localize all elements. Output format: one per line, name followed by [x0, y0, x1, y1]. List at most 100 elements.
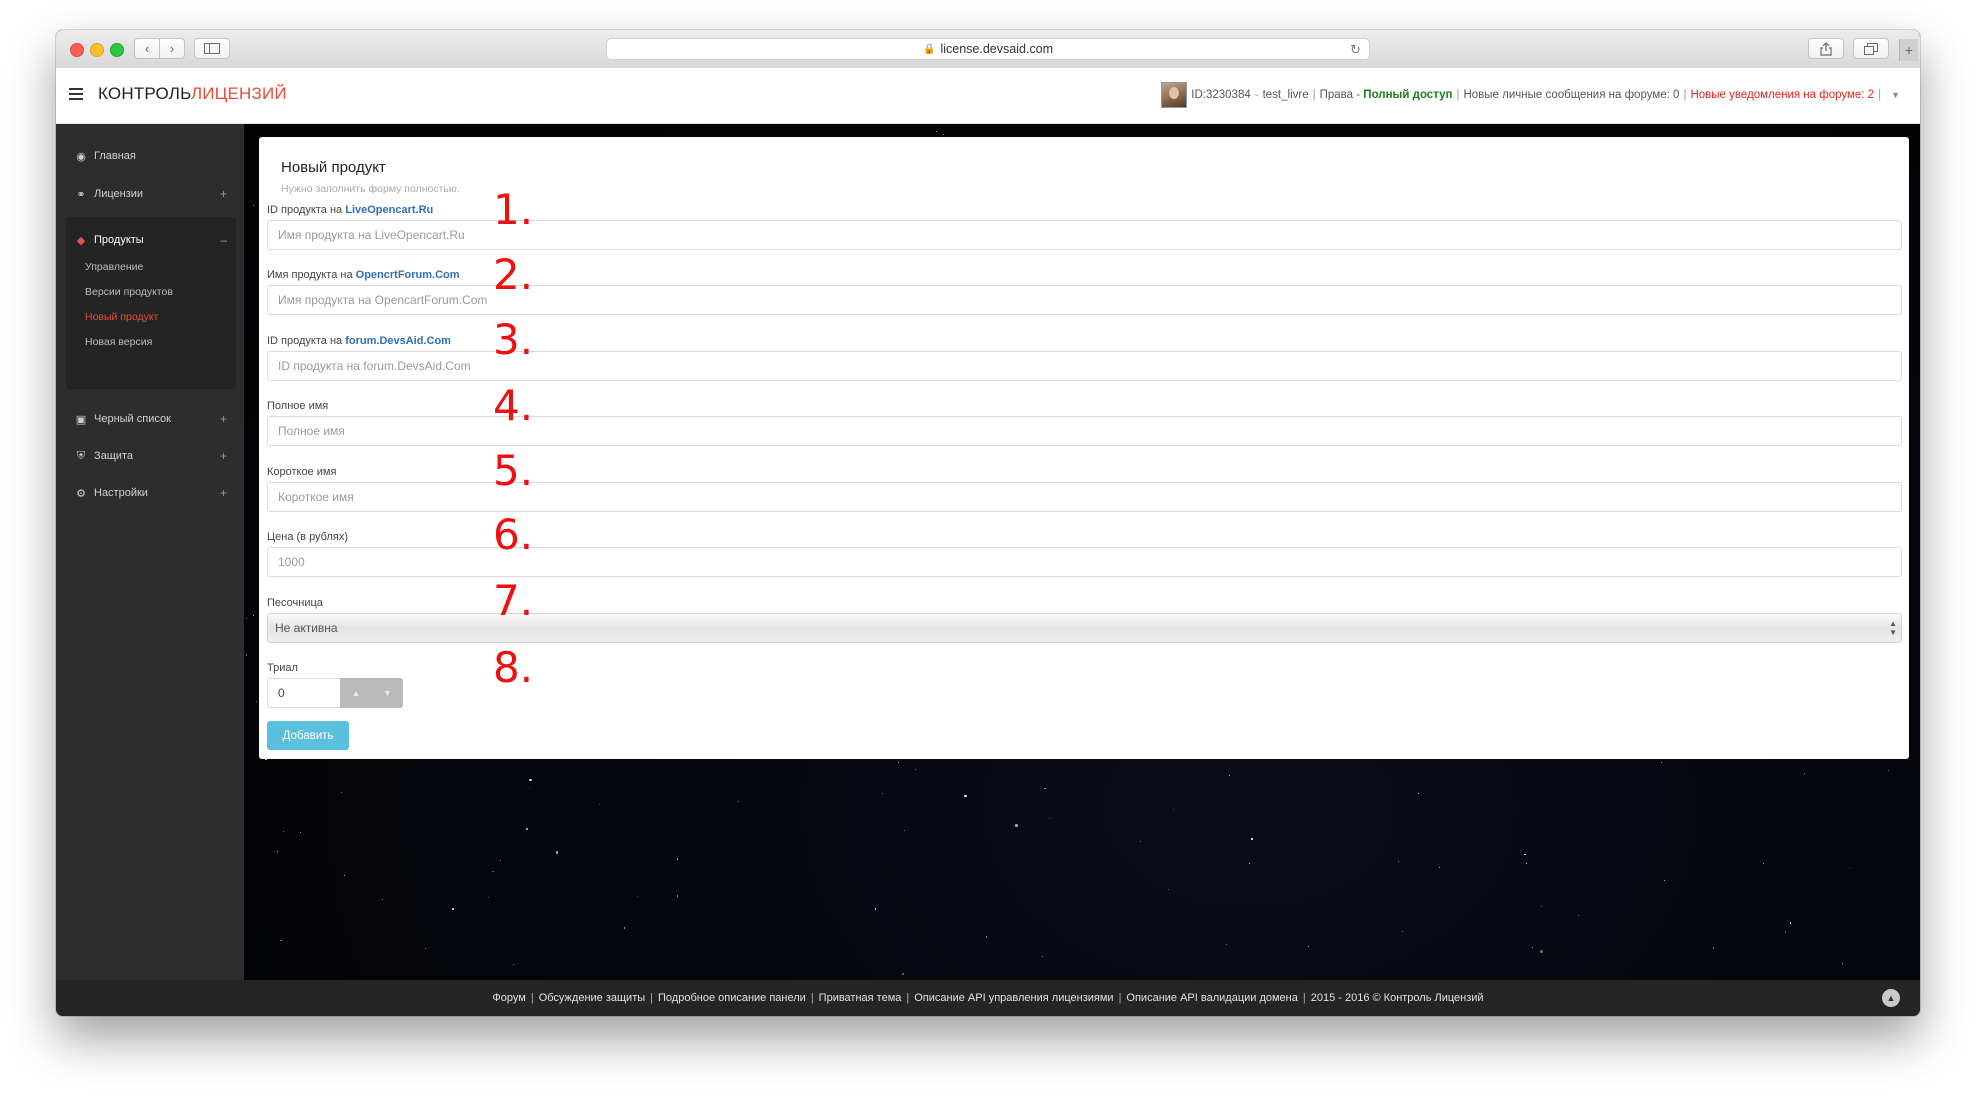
back-button[interactable]: ‹ — [134, 38, 160, 59]
minimize-window-button[interactable] — [90, 43, 104, 57]
star — [1784, 931, 1787, 933]
star — [1249, 863, 1251, 865]
star — [1848, 867, 1850, 869]
star — [1226, 944, 1228, 946]
gears-icon: ⚙ — [76, 487, 86, 500]
footer-copyright: 2015 - 2016 © Контроль Лицензий — [1310, 992, 1484, 1004]
star — [985, 936, 988, 938]
annotation-8: 8. — [493, 643, 534, 692]
zoom-window-button[interactable] — [110, 43, 124, 57]
star — [255, 700, 258, 703]
star — [276, 850, 278, 852]
subitem-manage[interactable]: Управление — [85, 261, 143, 273]
star — [623, 927, 626, 929]
page-subtitle: Нужно заполнить форму полностью. — [281, 183, 460, 195]
footer: Форум | Обсуждение защиты | Подробное опис… — [56, 980, 1920, 1016]
tab-overview-button[interactable] — [1853, 38, 1889, 59]
star — [1439, 867, 1441, 869]
liveopencart-link[interactable]: LiveOpencart.Ru — [345, 204, 433, 216]
star — [901, 972, 905, 976]
footer-link-domain-api[interactable]: Описание API валидации домена — [1126, 992, 1297, 1004]
star — [1540, 950, 1543, 953]
annotation-1: 1. — [493, 185, 534, 234]
subitem-product-versions[interactable]: Версии продуктов — [85, 286, 173, 298]
expand-icon: + — [219, 187, 227, 201]
sidebar-item-blacklist[interactable]: ▣ Черный список + — [56, 399, 244, 439]
trial-input[interactable] — [267, 678, 340, 708]
menu-icon[interactable] — [69, 88, 83, 100]
separator: | — [1878, 89, 1882, 101]
forum-notifications[interactable]: Новые уведомления на форуме: 2 — [1690, 89, 1874, 101]
footer-link-private-topic[interactable]: Приватная тема — [819, 992, 902, 1004]
star — [1397, 861, 1399, 863]
annotation-3: 3. — [493, 315, 534, 364]
sidebar-toggle-button[interactable] — [194, 38, 230, 59]
separator: - — [1254, 89, 1259, 101]
star — [300, 832, 302, 834]
star — [528, 786, 531, 789]
footer-link-forum[interactable]: Форум — [492, 992, 525, 1004]
brand-logo[interactable]: КОНТРОЛЬЛИЦЕНЗИЙ — [98, 84, 287, 104]
sidebar-item-licenses[interactable]: ⚭ Лицензии + — [56, 174, 244, 214]
star — [738, 801, 740, 803]
chevron-down-icon[interactable]: ▼ — [1891, 90, 1900, 100]
devsaid-link[interactable]: forum.DevsAid.Com — [345, 335, 451, 347]
star — [343, 875, 345, 877]
star — [1524, 853, 1526, 856]
tabs-icon — [1864, 42, 1878, 55]
sidebar-item-protection[interactable]: ⛨ Защита + — [56, 436, 244, 476]
star — [340, 791, 343, 794]
address-bar[interactable]: 🔒 license.devsaid.com ↻ — [606, 38, 1370, 60]
forum-messages[interactable]: Новые личные сообщения на форуме: 0 — [1463, 89, 1679, 101]
star — [1540, 905, 1542, 907]
star — [1789, 922, 1792, 924]
footer-link-panel-description[interactable]: Подробное описание панели — [658, 992, 806, 1004]
dashboard-icon: ◉ — [76, 150, 86, 163]
subitem-new-product[interactable]: Новый продукт — [85, 311, 158, 323]
rights-label: Права - — [1319, 89, 1361, 101]
trial-decrement-button[interactable]: ▼ — [372, 678, 403, 708]
star — [425, 948, 427, 949]
sandbox-selected-value: Не активна — [275, 621, 338, 635]
devsaid-id-label: ID продукта на forum.DevsAid.Com — [267, 335, 451, 347]
short-name-label: Короткое имя — [267, 466, 337, 478]
lock-icon: ▣ — [75, 413, 87, 426]
annotation-5: 5. — [493, 446, 534, 495]
add-button[interactable]: Добавить — [267, 721, 349, 750]
star — [636, 895, 638, 897]
footer-link-license-api[interactable]: Описание API управления лицензиями — [914, 992, 1113, 1004]
scroll-top-button[interactable]: ▲ — [1882, 989, 1900, 1007]
new-tab-button[interactable]: + — [1899, 39, 1918, 61]
star — [936, 131, 938, 133]
new-product-panel: Новый продукт Нужно заполнить форму полн… — [259, 137, 1909, 759]
star — [1417, 793, 1419, 795]
star — [1842, 963, 1844, 965]
avatar[interactable] — [1161, 82, 1188, 108]
browser-window: ‹ › 🔒 license.devsaid.com ↻ + КОНТРОЛЬЛИ… — [56, 30, 1920, 1016]
star — [1140, 841, 1142, 843]
forward-button[interactable]: › — [159, 38, 185, 59]
star — [499, 859, 502, 862]
sidebar-item-settings[interactable]: ⚙ Настройки + — [56, 473, 244, 513]
sidebar-item-products[interactable]: ◆ Продукты – — [56, 217, 244, 263]
trial-increment-button[interactable]: ▲ — [340, 678, 372, 708]
star — [964, 794, 967, 798]
sidebar-item-home[interactable]: ◉ Главная — [56, 136, 244, 176]
share-button[interactable] — [1808, 38, 1844, 59]
star — [452, 908, 454, 910]
sandbox-label: Песочница — [267, 597, 323, 609]
star — [1228, 775, 1230, 777]
opencartforum-link[interactable]: OpencrtForum.Com — [356, 269, 460, 281]
reload-icon[interactable]: ↻ — [1350, 42, 1361, 58]
close-window-button[interactable] — [70, 43, 84, 57]
star — [1048, 817, 1051, 820]
user-info-bar: ID:3230384 - test_livre | Права - Полный… — [1161, 82, 1900, 108]
subitem-new-version[interactable]: Новая версия — [85, 336, 152, 348]
username[interactable]: test_livre — [1263, 89, 1309, 101]
annotation-4: 4. — [493, 381, 534, 430]
star — [598, 803, 601, 806]
brand-part1: КОНТРОЛЬ — [98, 84, 191, 103]
footer-link-protection-discussion[interactable]: Обсуждение защиты — [539, 992, 645, 1004]
star — [252, 205, 254, 207]
browser-titlebar: ‹ › 🔒 license.devsaid.com ↻ + — [56, 30, 1920, 69]
